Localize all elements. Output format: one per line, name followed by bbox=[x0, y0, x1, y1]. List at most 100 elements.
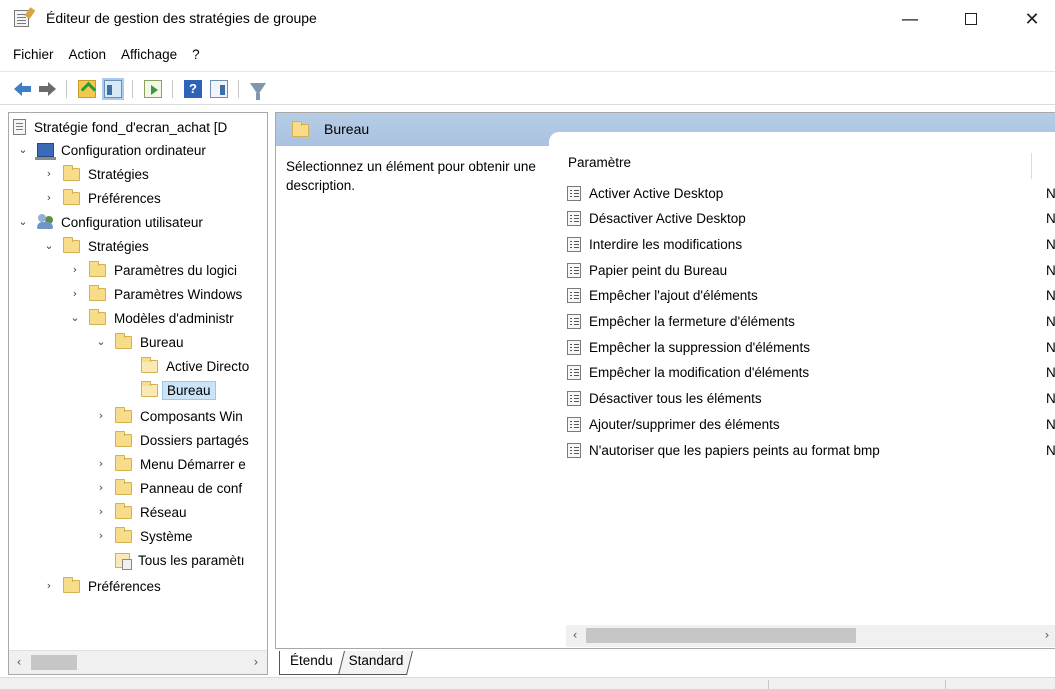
chevron-down-icon[interactable]: ⌄ bbox=[17, 216, 29, 228]
chevron-right-icon[interactable]: › bbox=[43, 168, 55, 180]
details-horizontal-scrollbar[interactable]: ‹ › bbox=[566, 625, 1055, 647]
tree-item-label: Paramètres du logici bbox=[114, 262, 238, 278]
setting-state: N bbox=[1046, 314, 1055, 329]
setting-row[interactable]: Désactiver Active Desktop N bbox=[567, 207, 1055, 231]
close-button[interactable]: ✕ bbox=[1012, 4, 1052, 34]
setting-name: Empêcher la suppression d'éléments bbox=[589, 339, 810, 355]
maximize-button[interactable] bbox=[951, 4, 991, 34]
setting-row[interactable]: Empêcher la modification d'éléments N bbox=[567, 361, 1055, 385]
tree-item-computer-strategies[interactable]: › Stratégies bbox=[43, 162, 149, 186]
chevron-down-icon[interactable]: ⌄ bbox=[17, 144, 29, 156]
tree-item-software-settings[interactable]: › Paramètres du logici bbox=[69, 258, 237, 282]
tab-etendu[interactable]: Étendu bbox=[279, 651, 339, 675]
description-text: Sélectionnez un élément pour obtenir une… bbox=[286, 159, 536, 193]
tree-item-windows-components[interactable]: › Composants Win bbox=[95, 404, 243, 428]
tab-standard[interactable]: Standard bbox=[338, 651, 413, 675]
setting-name: Désactiver tous les éléments bbox=[589, 391, 762, 407]
setting-row[interactable]: Empêcher la suppression d'éléments N bbox=[567, 335, 1055, 359]
chevron-right-icon[interactable]: › bbox=[95, 530, 107, 542]
setting-row[interactable]: Empêcher la fermeture d'éléments N bbox=[567, 310, 1055, 334]
setting-row[interactable]: Papier peint du Bureau N bbox=[567, 258, 1055, 282]
setting-name: Ajouter/supprimer des éléments bbox=[589, 416, 780, 432]
setting-row[interactable]: Désactiver tous les éléments N bbox=[567, 387, 1055, 411]
tree-item-control-panel[interactable]: › Panneau de conf bbox=[95, 476, 242, 500]
chevron-down-icon[interactable]: ⌄ bbox=[95, 336, 107, 348]
minimize-button[interactable]: — bbox=[890, 4, 930, 34]
setting-name: Empêcher l'ajout d'éléments bbox=[589, 288, 758, 304]
tree-item-user-config[interactable]: ⌄ Configuration utilisateur bbox=[17, 210, 203, 234]
tree-item-label: Stratégie fond_d'ecran_achat [D bbox=[34, 119, 228, 135]
chevron-right-icon[interactable]: › bbox=[95, 506, 107, 518]
policy-setting-icon bbox=[567, 211, 581, 227]
chevron-right-icon[interactable]: › bbox=[95, 410, 107, 422]
chevron-right-icon[interactable]: › bbox=[69, 264, 81, 276]
folder-icon bbox=[89, 260, 106, 277]
setting-name: Papier peint du Bureau bbox=[589, 262, 728, 278]
scroll-left-icon[interactable]: ‹ bbox=[568, 628, 582, 644]
maximize-icon bbox=[965, 13, 977, 25]
menu-affichage[interactable]: Affichage bbox=[121, 47, 177, 62]
column-header-parametre[interactable]: Paramètre bbox=[566, 153, 1055, 179]
tree-item-active-directory[interactable]: › Active Directo bbox=[121, 354, 249, 378]
folder-icon bbox=[115, 332, 132, 349]
tree-item-start-menu[interactable]: › Menu Démarrer e bbox=[95, 452, 246, 476]
folder-up-icon[interactable] bbox=[78, 80, 96, 98]
column-separator[interactable] bbox=[1031, 153, 1032, 179]
folder-icon bbox=[63, 236, 80, 253]
chevron-down-icon[interactable]: ⌄ bbox=[43, 240, 55, 252]
scroll-right-icon[interactable]: › bbox=[249, 655, 263, 671]
setting-row[interactable]: Activer Active Desktop N bbox=[567, 181, 1055, 205]
tree-item-computer-preferences[interactable]: › Préférences bbox=[43, 186, 161, 210]
help-icon[interactable]: ? bbox=[184, 80, 202, 98]
show-hide-tree-icon[interactable] bbox=[102, 78, 124, 100]
menu-fichier[interactable]: Fichier bbox=[13, 47, 54, 62]
back-arrow-icon[interactable] bbox=[14, 82, 32, 96]
setting-row[interactable]: Empêcher l'ajout d'éléments N bbox=[567, 284, 1055, 308]
tree-horizontal-scrollbar[interactable]: ‹ › bbox=[9, 650, 267, 674]
tree-item-label: Système bbox=[140, 528, 193, 544]
menu-action[interactable]: Action bbox=[69, 47, 107, 62]
filter-icon[interactable] bbox=[250, 83, 266, 100]
tree-item-network[interactable]: › Réseau bbox=[95, 500, 187, 524]
chevron-right-icon[interactable]: › bbox=[69, 288, 81, 300]
tree-item-all-settings[interactable]: › Tous les paramètı bbox=[95, 548, 245, 572]
menu-help[interactable]: ? bbox=[192, 47, 200, 62]
tree-item-label: Dossiers partagés bbox=[140, 432, 249, 448]
export-list-icon[interactable] bbox=[144, 80, 162, 98]
tree-item-computer-config[interactable]: ⌄ Configuration ordinateur bbox=[17, 138, 206, 162]
chevron-right-icon[interactable]: › bbox=[43, 192, 55, 204]
tree-item-system[interactable]: › Système bbox=[95, 524, 193, 548]
tree-item-bureau-child[interactable]: › Bureau bbox=[121, 378, 216, 402]
policy-setting-icon bbox=[567, 339, 581, 355]
chevron-right-icon[interactable]: › bbox=[95, 482, 107, 494]
chevron-down-icon[interactable]: ⌄ bbox=[69, 312, 81, 324]
chevron-right-icon[interactable]: › bbox=[43, 580, 55, 592]
view-tabs: Étendu Standard bbox=[275, 649, 1055, 677]
policy-setting-icon bbox=[567, 365, 581, 381]
chevron-right-icon[interactable]: › bbox=[95, 458, 107, 470]
tree-item-label: Tous les paramètı bbox=[138, 552, 245, 568]
show-action-pane-icon[interactable] bbox=[210, 80, 228, 98]
scroll-right-icon[interactable]: › bbox=[1040, 628, 1054, 644]
tree-item-root[interactable]: Stratégie fond_d'ecran_achat [D bbox=[13, 115, 227, 139]
setting-state: N bbox=[1046, 288, 1055, 304]
policy-document-icon bbox=[13, 119, 26, 135]
scroll-left-icon[interactable]: ‹ bbox=[12, 655, 26, 671]
scrollbar-thumb[interactable] bbox=[31, 655, 77, 670]
tree-item-bureau[interactable]: ⌄ Bureau bbox=[95, 330, 184, 354]
forward-arrow-icon[interactable] bbox=[38, 82, 56, 96]
setting-row[interactable]: Ajouter/supprimer des éléments N bbox=[567, 412, 1055, 436]
tree-item-user-preferences[interactable]: › Préférences bbox=[43, 574, 161, 598]
tree-item-shared-folders[interactable]: › Dossiers partagés bbox=[95, 428, 249, 452]
tree-item-label: Paramètres Windows bbox=[114, 286, 243, 302]
setting-row[interactable]: N'autoriser que les papiers peints au fo… bbox=[567, 438, 1055, 462]
computer-icon bbox=[35, 143, 56, 160]
tree-item-admin-templates[interactable]: ⌄ Modèles d'administr bbox=[69, 306, 234, 330]
scrollbar-thumb[interactable] bbox=[586, 628, 856, 643]
tree-item-windows-settings[interactable]: › Paramètres Windows bbox=[69, 282, 242, 306]
setting-state: N bbox=[1046, 262, 1055, 278]
tree-item-user-strategies[interactable]: ⌄ Stratégies bbox=[43, 234, 149, 258]
setting-row[interactable]: Interdire les modifications N bbox=[567, 232, 1055, 256]
console-tree[interactable]: Stratégie fond_d'ecran_achat [D ⌄ Config… bbox=[8, 112, 268, 675]
details-header: Bureau bbox=[276, 113, 1055, 146]
